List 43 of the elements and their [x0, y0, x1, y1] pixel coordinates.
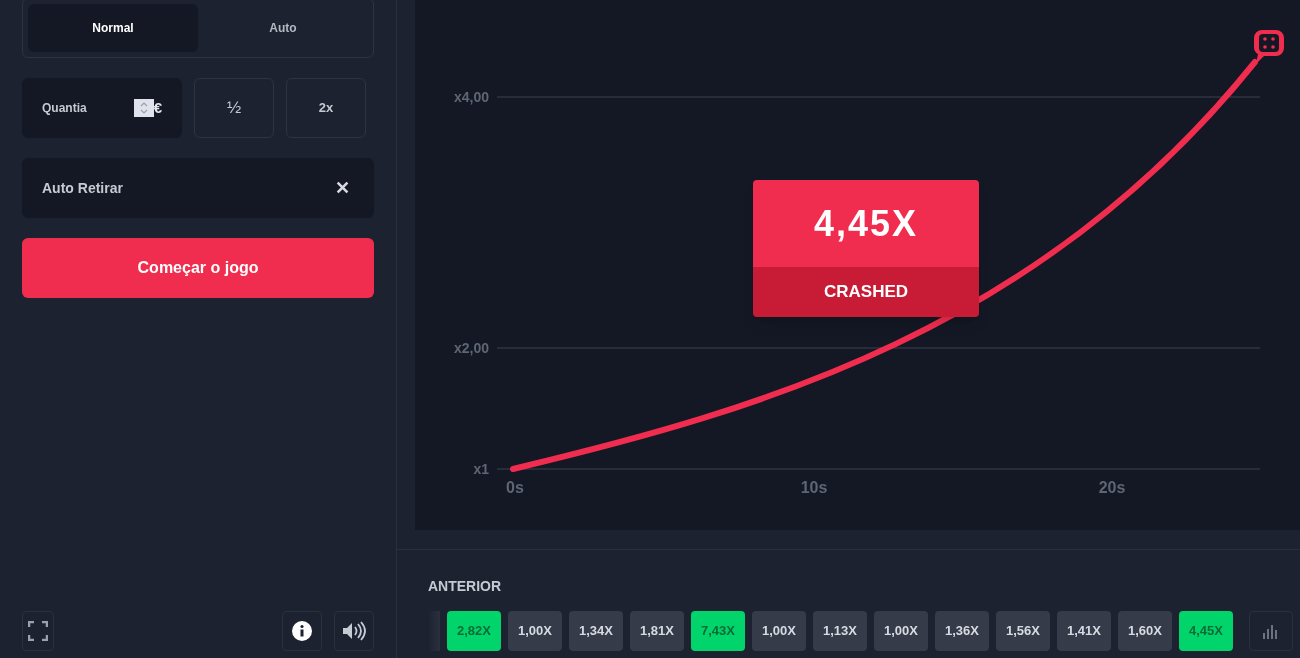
y-axis-label: x4,00	[453, 89, 489, 105]
auto-cashout-label: Auto Retirar	[42, 178, 123, 198]
fullscreen-button[interactable]	[22, 611, 54, 651]
history-chip: 1,00X	[508, 611, 562, 651]
x-axis-label: 20s	[1098, 479, 1126, 496]
stats-button[interactable]	[1249, 611, 1293, 651]
history-chip: 1,34X	[569, 611, 623, 651]
spinner-icon[interactable]	[133, 99, 154, 117]
history-chip: 1,00X	[752, 611, 806, 651]
history-chip: 1,56X	[996, 611, 1050, 651]
auto-cashout-field[interactable]: Auto Retirar ✕	[22, 158, 374, 218]
y-axis-label: x2,00	[453, 340, 489, 356]
info-button[interactable]	[282, 611, 322, 651]
clear-button[interactable]: ✕	[335, 174, 350, 202]
sound-button[interactable]	[334, 611, 374, 651]
speaker-icon	[342, 621, 366, 641]
fullscreen-icon	[28, 621, 48, 641]
multiplier-value: 4,45X	[753, 180, 979, 267]
history-title: ANTERIOR	[428, 577, 503, 596]
mode-tab[interactable]: Normal	[28, 4, 198, 52]
history-chip: 1,00X	[874, 611, 928, 651]
amount-label: Quantia	[42, 100, 87, 117]
y-axis-label: x1	[473, 461, 489, 477]
amount-field[interactable]: Quantia €	[22, 78, 182, 138]
start-button[interactable]: Começar o jogo	[22, 238, 374, 298]
info-icon	[292, 621, 312, 641]
x-axis-label: 10s	[800, 479, 828, 496]
history-chip: 4,45X	[1179, 611, 1233, 651]
mode-tab[interactable]: Auto	[198, 4, 368, 52]
history-chip: 7,43X	[691, 611, 745, 651]
history-chip: 1,60X	[1118, 611, 1172, 651]
crash-status: CRASHED	[753, 267, 979, 317]
half-button[interactable]: ½	[194, 78, 274, 138]
x-axis-label: 0s	[506, 479, 524, 496]
history-chip: 1,13X	[813, 611, 867, 651]
bar-chart-icon	[1262, 623, 1280, 639]
history-chip: 1,41X	[1057, 611, 1111, 651]
history-chip: 2,82X	[447, 611, 501, 651]
currency-label: €	[153, 97, 162, 118]
double-button[interactable]: 2x	[286, 78, 366, 138]
history-chip: 1,36X	[935, 611, 989, 651]
dice-marker-icon	[1254, 30, 1284, 64]
history-chip: 1,81X	[630, 611, 684, 651]
